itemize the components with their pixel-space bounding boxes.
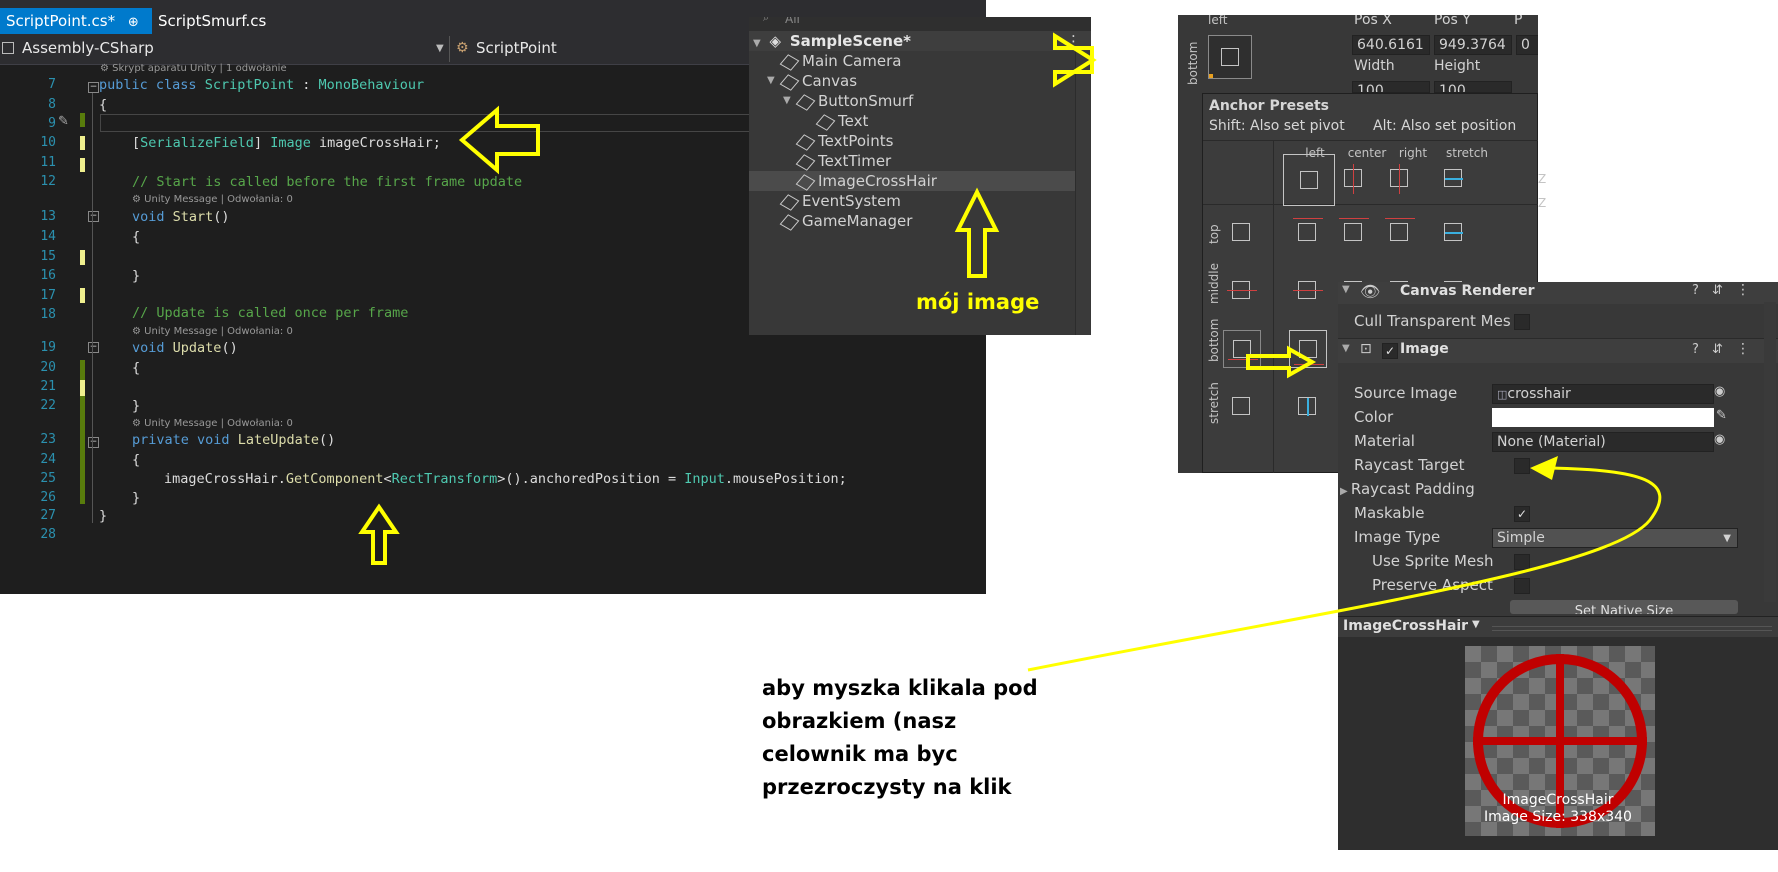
arrow-right-icon <box>1246 345 1317 379</box>
arrow-up-icon <box>954 187 1000 278</box>
annotation-note-line: obrazkiem (nasz <box>762 709 957 733</box>
arrow-right-icon <box>1053 32 1097 88</box>
annotation-note-line: przezroczysty na klik <box>762 775 1012 799</box>
annotation-note-line: aby myszka klikala pod <box>762 676 1038 700</box>
arrow-left-icon <box>458 105 540 175</box>
arrow-up-icon <box>358 503 400 565</box>
arrow-head-icon <box>1530 456 1558 480</box>
annotation-note: aby myszka klikala pod obrazkiem (nasz cel… <box>762 672 1038 804</box>
pointer-curve <box>1027 466 1662 672</box>
annotation-note-line: celownik ma byc <box>762 742 958 766</box>
moj-image-label: mój image <box>916 290 1040 314</box>
